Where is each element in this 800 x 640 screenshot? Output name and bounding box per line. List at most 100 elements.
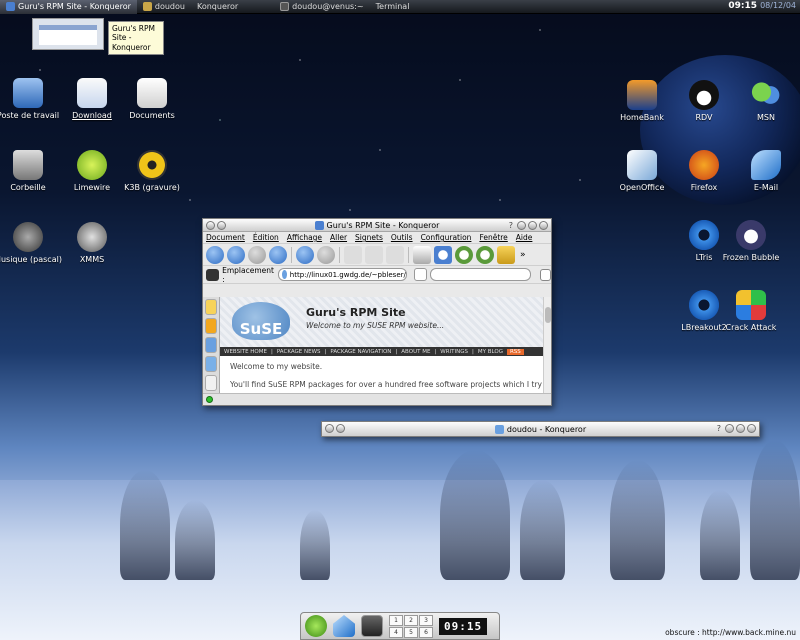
window-titlebar[interactable]: doudou - Konqueror ? bbox=[322, 422, 759, 436]
menu-document[interactable]: Document bbox=[206, 233, 245, 242]
kmenu-icon[interactable] bbox=[305, 615, 327, 637]
menu-fenetre[interactable]: Fenêtre bbox=[479, 233, 507, 242]
desktop-icon-corbeille[interactable]: Corbeille bbox=[0, 150, 62, 193]
back-arrow-icon[interactable] bbox=[227, 245, 245, 264]
terminal-icon[interactable] bbox=[361, 615, 383, 637]
desktop-icon-crack-attack[interactable]: Crack Attack bbox=[717, 290, 785, 333]
up-arrow-icon[interactable] bbox=[206, 245, 224, 264]
desktop-icon-poste-de-travail[interactable]: Poste de travail bbox=[0, 78, 62, 121]
clear-location-icon[interactable] bbox=[206, 268, 220, 281]
scrollbar-thumb[interactable] bbox=[545, 307, 551, 323]
desktop-icon-k3b[interactable]: K3B (gravure) bbox=[118, 150, 186, 193]
menu-outils[interactable]: Outils bbox=[391, 233, 413, 242]
konqueror-icon bbox=[6, 2, 15, 11]
nav-about-me[interactable]: ABOUT ME bbox=[401, 349, 430, 355]
email-icon bbox=[751, 150, 781, 180]
desktop-icon-homebank[interactable]: HomeBank bbox=[608, 80, 676, 123]
desktop-icon-documents[interactable]: Documents bbox=[118, 78, 186, 121]
nav-package-news[interactable]: PACKAGE NEWS bbox=[277, 349, 321, 355]
cut-icon[interactable] bbox=[344, 245, 362, 264]
paste-icon[interactable] bbox=[386, 245, 404, 264]
help-icon[interactable]: ? bbox=[509, 221, 513, 230]
home-folder-icon[interactable] bbox=[333, 615, 355, 637]
toolbar-more-icon[interactable]: » bbox=[520, 250, 526, 260]
openoffice-icon bbox=[627, 150, 657, 180]
music-icon bbox=[13, 222, 43, 252]
desktop-icon-musique[interactable]: Musique (pascal) bbox=[0, 222, 62, 265]
close-button[interactable] bbox=[539, 221, 548, 230]
pager-desktop-6[interactable]: 6 bbox=[419, 626, 433, 638]
zoom-in-icon[interactable] bbox=[455, 245, 473, 264]
sidebar-tab-folders[interactable] bbox=[205, 375, 217, 391]
menu-affichage[interactable]: Affichage bbox=[287, 233, 322, 242]
desktop-icon-openoffice[interactable]: OpenOffice bbox=[608, 150, 676, 193]
window-menu-button[interactable] bbox=[206, 221, 215, 230]
vertical-scrollbar[interactable] bbox=[543, 297, 551, 393]
search-engine-icon[interactable] bbox=[413, 268, 428, 281]
home-icon[interactable] bbox=[269, 245, 287, 264]
sticky-button[interactable] bbox=[217, 221, 226, 230]
nav-package-navigation[interactable]: PACKAGE NAVIGATION bbox=[330, 349, 391, 355]
clock-time: 09:15 bbox=[728, 1, 758, 11]
url-input[interactable]: http://linux01.gwdg.de/~pbleser/ bbox=[278, 268, 407, 281]
menu-signets[interactable]: Signets bbox=[355, 233, 383, 242]
task-label: doudou bbox=[154, 2, 185, 11]
pager-desktop-2[interactable]: 2 bbox=[404, 614, 418, 626]
stop-icon[interactable] bbox=[317, 245, 335, 264]
pager-desktop-1[interactable]: 1 bbox=[389, 614, 403, 626]
sidebar-tab-favorites[interactable] bbox=[205, 318, 217, 334]
pager-desktop-4[interactable]: 4 bbox=[389, 626, 403, 638]
zoom-out-icon[interactable] bbox=[476, 245, 494, 264]
maximize-button[interactable] bbox=[736, 424, 745, 433]
desktop-icon-download[interactable]: Download bbox=[58, 78, 126, 121]
panel-clock[interactable]: 09:15 bbox=[439, 617, 488, 635]
new-tab-icon[interactable] bbox=[539, 268, 551, 281]
desktop-icon-email[interactable]: E-Mail bbox=[732, 150, 800, 193]
search-input[interactable] bbox=[430, 268, 531, 281]
desktop-icon-xmms[interactable]: XMMS bbox=[58, 222, 126, 265]
find-icon[interactable] bbox=[434, 245, 452, 264]
nav-website-home[interactable]: WEBSITE HOME bbox=[224, 349, 267, 355]
desktop-icon-rdv[interactable]: RDV bbox=[670, 80, 738, 123]
sidebar-tab-history[interactable] bbox=[205, 337, 217, 353]
top-clock[interactable]: 09:15 08/12/04 bbox=[728, 1, 796, 11]
logo-text: SuSE bbox=[239, 320, 283, 338]
reload-icon[interactable] bbox=[296, 245, 314, 264]
desktop-icon-firefox[interactable]: Firefox bbox=[670, 150, 738, 193]
lock-icon[interactable] bbox=[497, 245, 515, 264]
menu-aide[interactable]: Aide bbox=[516, 233, 533, 242]
rss-badge[interactable]: RSS bbox=[506, 348, 524, 355]
desktop-icon-frozen-bubble[interactable]: Frozen Bubble bbox=[717, 220, 785, 263]
maximize-button[interactable] bbox=[528, 221, 537, 230]
sticky-button[interactable] bbox=[336, 424, 345, 433]
copy-icon[interactable] bbox=[365, 245, 383, 264]
help-icon[interactable]: ? bbox=[717, 424, 721, 433]
desktop-icon-limewire[interactable]: Limewire bbox=[58, 150, 126, 193]
pager-desktop-3[interactable]: 3 bbox=[419, 614, 433, 626]
minimize-button[interactable] bbox=[517, 221, 526, 230]
menu-configuration[interactable]: Configuration bbox=[421, 233, 472, 242]
task-terminal-session[interactable]: doudou@venus:~ bbox=[274, 0, 369, 14]
menu-aller[interactable]: Aller bbox=[330, 233, 347, 242]
location-bar: Emplacement : http://linux01.gwdg.de/~pb… bbox=[203, 266, 551, 284]
sidebar-tab-bookmarks[interactable] bbox=[205, 299, 217, 315]
window-menu-button[interactable] bbox=[325, 424, 334, 433]
sidebar-tab-network[interactable] bbox=[205, 356, 217, 372]
task-konqueror[interactable]: Konqueror bbox=[191, 0, 244, 14]
nav-my-blog[interactable]: MY BLOG bbox=[478, 349, 503, 355]
konqueror-icon bbox=[314, 220, 324, 230]
nav-writings[interactable]: WRITINGS bbox=[440, 349, 468, 355]
print-icon[interactable] bbox=[413, 245, 431, 264]
pager-desktop-5[interactable]: 5 bbox=[404, 626, 418, 638]
minimize-button[interactable] bbox=[725, 424, 734, 433]
task-doudou[interactable]: doudou bbox=[137, 0, 191, 14]
menu-edition[interactable]: Édition bbox=[253, 233, 279, 242]
window-titlebar[interactable]: Guru's RPM Site - Konqueror ? bbox=[203, 219, 551, 232]
task-konqueror-guru[interactable]: Guru's RPM Site - Konqueror bbox=[0, 0, 137, 14]
suse-logo[interactable]: SuSE bbox=[232, 302, 290, 340]
task-terminal[interactable]: Terminal bbox=[370, 0, 416, 14]
gear-icon bbox=[689, 290, 719, 320]
desktop-icon-msn[interactable]: MSN bbox=[732, 80, 800, 123]
forward-arrow-icon[interactable] bbox=[248, 245, 266, 264]
close-button[interactable] bbox=[747, 424, 756, 433]
